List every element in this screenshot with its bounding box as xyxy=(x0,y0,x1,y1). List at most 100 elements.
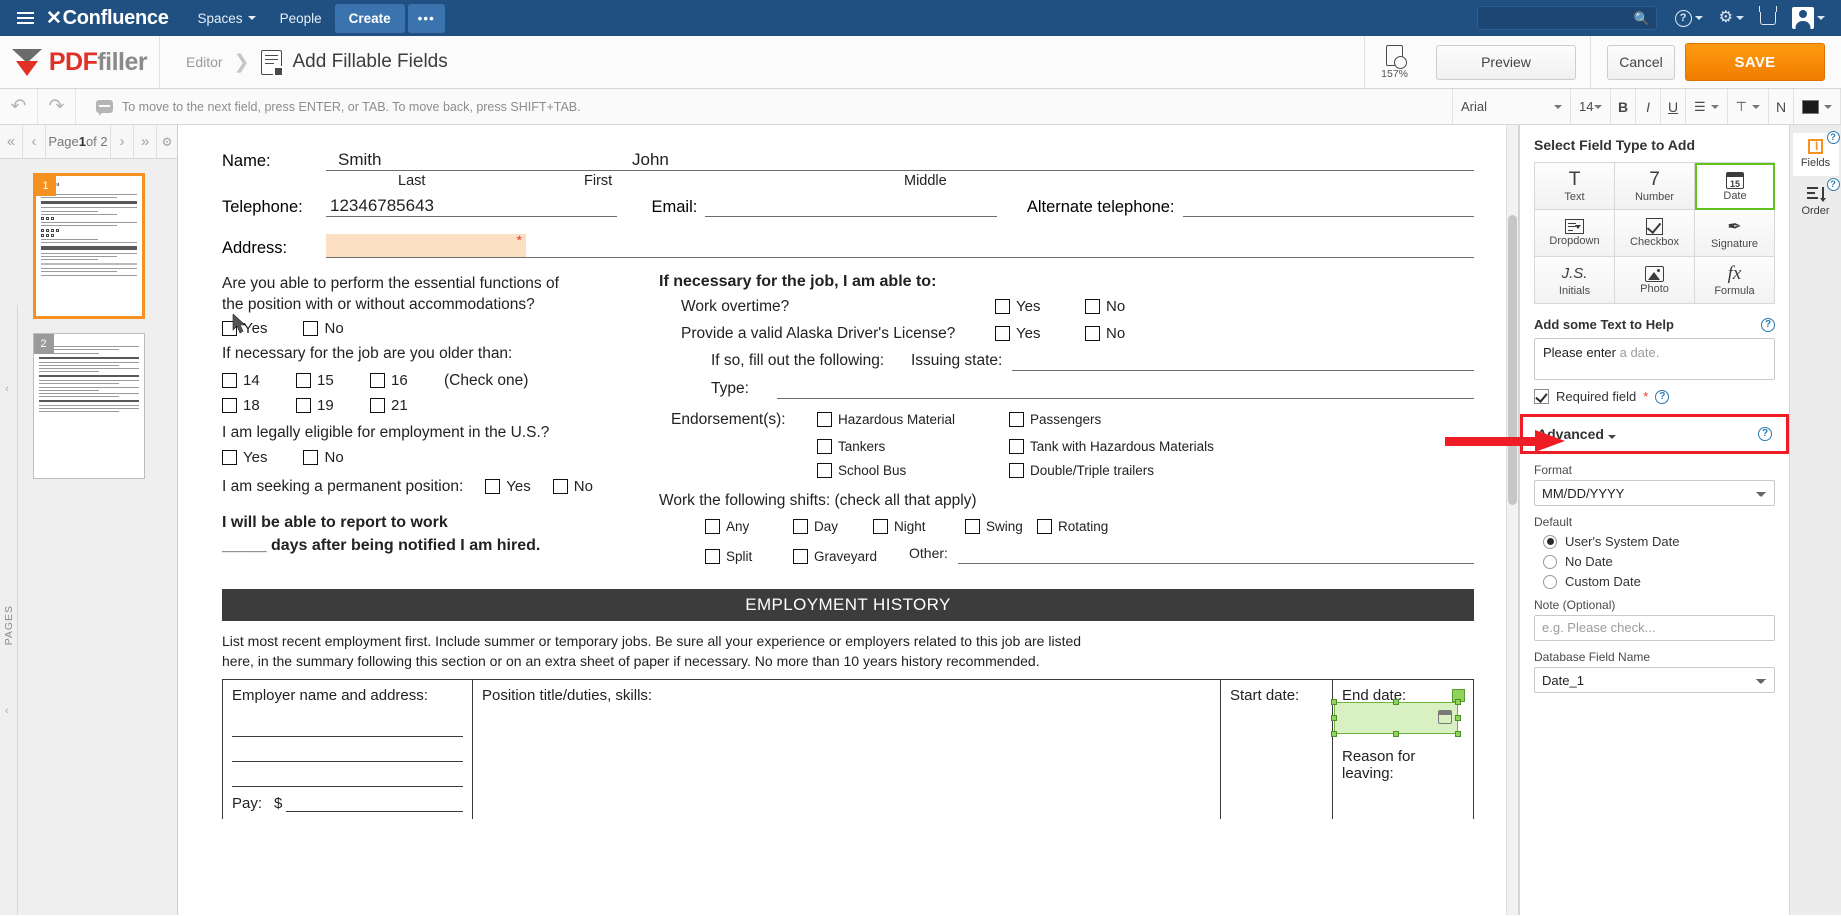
settings-menu[interactable]: ⚙ xyxy=(1713,6,1750,30)
overtime-no-checkbox[interactable]: No xyxy=(1085,298,1125,315)
text-color-button[interactable] xyxy=(1794,89,1841,124)
bold-button[interactable]: B xyxy=(1611,89,1637,124)
eh-employer-line-3[interactable] xyxy=(232,762,463,787)
endorsement-passengers-checkbox[interactable]: Passengers xyxy=(1009,412,1101,427)
collapse-up-icon[interactable]: ‹ xyxy=(5,383,9,395)
field-type-photo[interactable]: Photo xyxy=(1615,257,1695,304)
age-18-checkbox[interactable]: 18 xyxy=(222,397,296,414)
document-canvas[interactable]: Name: Smith John Last First Middle Telep… xyxy=(178,125,1519,915)
resize-handle-nw[interactable] xyxy=(1331,699,1337,705)
shift-any-checkbox[interactable]: Any xyxy=(705,519,793,534)
default-option-custom-date[interactable]: Custom Date xyxy=(1543,574,1775,589)
essential-no-checkbox[interactable]: No xyxy=(303,320,344,337)
resize-handle-e[interactable] xyxy=(1455,715,1461,721)
alt-phone-field[interactable] xyxy=(1182,195,1474,217)
redo-button[interactable]: ↷ xyxy=(38,89,76,124)
undo-button[interactable]: ↶ xyxy=(0,89,38,124)
question-circle-icon[interactable]: ? xyxy=(1655,389,1670,404)
email-field[interactable] xyxy=(705,195,997,217)
confluence-logo[interactable]: ✕ Confluence xyxy=(46,7,169,30)
license-type-field[interactable] xyxy=(777,379,1474,399)
radio-icon[interactable] xyxy=(1543,534,1557,549)
save-button[interactable]: SAVE xyxy=(1685,43,1825,81)
shift-night-checkbox[interactable]: Night xyxy=(873,519,965,534)
shift-day-checkbox[interactable]: Day xyxy=(793,519,873,534)
help-text-input[interactable]: Please enter a date. xyxy=(1534,338,1775,380)
notifications-button[interactable] xyxy=(1754,5,1782,29)
document-scrollbar[interactable] xyxy=(1506,125,1518,915)
eh-pay-field[interactable] xyxy=(286,794,463,812)
radio-icon[interactable] xyxy=(1543,574,1557,589)
resize-handle-n[interactable] xyxy=(1393,699,1399,705)
license-no-checkbox[interactable]: No xyxy=(1085,325,1125,342)
first-page-button[interactable]: « xyxy=(0,125,23,158)
overtime-yes-checkbox[interactable]: Yes xyxy=(995,298,1085,315)
nav-spaces[interactable]: Spaces xyxy=(187,4,267,33)
required-field-row[interactable]: Required field * ? xyxy=(1534,389,1775,404)
pages-settings-icon[interactable]: ⚙ xyxy=(157,125,177,158)
database-field-select[interactable]: Date_1 xyxy=(1534,667,1775,693)
italic-button[interactable]: I xyxy=(1636,89,1662,124)
default-option-no-date[interactable]: No Date xyxy=(1543,554,1775,569)
required-checkbox-icon[interactable] xyxy=(1534,389,1549,404)
eligible-no-checkbox[interactable]: No xyxy=(303,449,344,466)
preview-button[interactable]: Preview xyxy=(1436,44,1576,80)
last-name-value[interactable]: Smith xyxy=(326,150,626,170)
field-type-signature[interactable]: ✒ Signature xyxy=(1695,210,1775,257)
app-menu-icon[interactable] xyxy=(10,12,40,24)
field-type-initials[interactable]: J.S. Initials xyxy=(1535,257,1615,304)
question-circle-icon[interactable]: ? xyxy=(1826,178,1840,191)
note-input[interactable]: e.g. Please check... xyxy=(1534,615,1775,641)
cancel-button[interactable]: Cancel xyxy=(1607,44,1675,80)
collapse-down-icon[interactable]: ‹ xyxy=(5,705,9,717)
eh-employer-line-1[interactable] xyxy=(232,712,463,737)
issuing-state-field[interactable] xyxy=(1012,351,1474,371)
first-name-value[interactable]: John xyxy=(626,150,669,170)
prev-page-button[interactable]: ‹ xyxy=(23,125,46,158)
field-type-dropdown[interactable]: Dropdown xyxy=(1535,210,1615,257)
search-input[interactable]: 🔍 xyxy=(1476,6,1657,30)
shift-graveyard-checkbox[interactable]: Graveyard xyxy=(793,549,909,564)
format-select[interactable]: MM/DD/YYYY xyxy=(1534,480,1775,506)
question-circle-icon[interactable]: ? xyxy=(1761,317,1775,332)
address-rest[interactable] xyxy=(526,236,1474,258)
eh-employer-line-2[interactable] xyxy=(232,737,463,762)
font-size-select[interactable]: 14 xyxy=(1571,89,1612,124)
license-yes-checkbox[interactable]: Yes xyxy=(995,325,1085,342)
shift-swing-checkbox[interactable]: Swing xyxy=(965,519,1037,534)
scrollbar-thumb[interactable] xyxy=(1508,215,1517,505)
permanent-no-checkbox[interactable]: No xyxy=(552,478,593,495)
user-menu[interactable] xyxy=(1786,3,1831,33)
create-button[interactable]: Create xyxy=(334,3,405,33)
resize-handle-sw[interactable] xyxy=(1331,731,1337,737)
date-field-widget[interactable] xyxy=(1331,689,1465,737)
age-16-checkbox[interactable]: 16 xyxy=(370,372,444,389)
question-circle-icon[interactable]: ? xyxy=(1758,427,1772,441)
rail-item-order[interactable]: ? Order xyxy=(1793,178,1840,224)
underline-button[interactable]: U xyxy=(1661,89,1687,124)
field-type-formula[interactable]: fx Formula xyxy=(1695,257,1775,304)
permanent-yes-checkbox[interactable]: Yes xyxy=(485,478,531,495)
endorsement-tankhaz-checkbox[interactable]: Tank with Hazardous Materials xyxy=(1009,439,1214,454)
radio-icon[interactable] xyxy=(1543,554,1557,569)
shift-rotating-checkbox[interactable]: Rotating xyxy=(1037,519,1108,534)
shift-split-checkbox[interactable]: Split xyxy=(705,549,793,564)
resize-handle-se[interactable] xyxy=(1455,731,1461,737)
nav-people[interactable]: People xyxy=(269,4,333,33)
breadcrumb-editor[interactable]: Editor xyxy=(186,54,223,70)
numbering-button[interactable]: N xyxy=(1769,89,1794,124)
valign-button[interactable]: ⊤ xyxy=(1728,89,1769,124)
pdffiller-logo[interactable]: PDFfiller xyxy=(0,36,160,88)
age-14-checkbox[interactable]: 14 xyxy=(222,372,296,389)
align-button[interactable]: ☰ xyxy=(1686,89,1728,124)
field-type-checkbox[interactable]: Checkbox xyxy=(1615,210,1695,257)
endorsement-doubletriple-checkbox[interactable]: Double/Triple trailers xyxy=(1009,463,1154,478)
field-type-text[interactable]: T Text xyxy=(1535,163,1615,210)
font-family-select[interactable]: Arial xyxy=(1453,89,1572,124)
shift-other-field[interactable] xyxy=(957,546,1474,564)
endorsement-hazmat-checkbox[interactable]: Hazardous Material xyxy=(817,412,1009,427)
resize-handle-s[interactable] xyxy=(1393,731,1399,737)
age-19-checkbox[interactable]: 19 xyxy=(296,397,370,414)
telephone-value[interactable]: 12346785643 xyxy=(326,196,434,216)
page-thumbnail-1[interactable]: 1 ployment lication xyxy=(32,173,145,319)
